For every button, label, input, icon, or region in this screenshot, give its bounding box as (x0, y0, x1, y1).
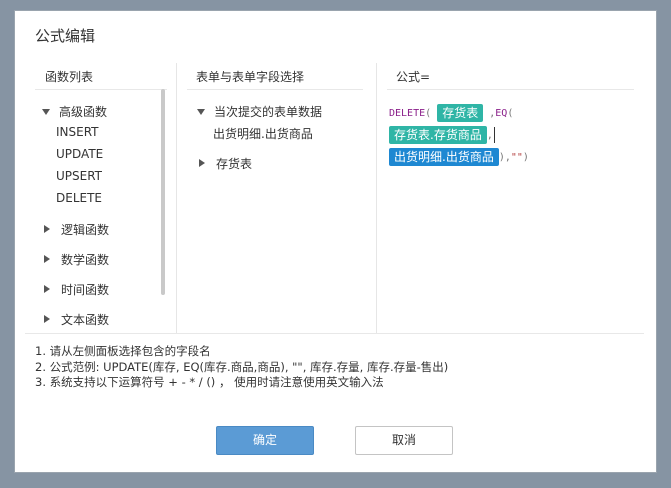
formula-line-2: 存货表.存货商品, (389, 125, 639, 147)
caret-down-icon (42, 109, 50, 115)
function-item-delete[interactable]: DELETE (56, 191, 102, 205)
caret-right-icon (44, 285, 50, 293)
text-cursor (493, 127, 495, 143)
tree-form-label: 存货表 (216, 157, 253, 171)
caret-right-icon (44, 315, 50, 323)
formula-punctuation: ) (522, 152, 529, 163)
tree-group-text[interactable]: 文本函数 (42, 311, 109, 328)
tree-group-label: 文本函数 (61, 313, 110, 327)
formula-function-delete: DELETE (389, 108, 426, 119)
tree-group-time[interactable]: 时间函数 (42, 281, 109, 298)
caret-right-icon (44, 225, 50, 233)
tree-group-math[interactable]: 数学函数 (42, 251, 109, 268)
tree-group-logic[interactable]: 逻辑函数 (42, 221, 109, 238)
formula-punctuation: , (486, 130, 493, 141)
tree-group-label: 高级函数 (59, 105, 108, 119)
formula-editor[interactable]: DELETE( 存货表 ,EQ( 存货表.存货商品, 出货明细.出货商品),""… (389, 103, 639, 169)
functions-header-divider (35, 89, 167, 90)
functions-scrollbar-thumb[interactable] (161, 89, 165, 295)
hint-line: 1. 请从左侧面板选择包含的字段名 (35, 344, 211, 358)
formula-chip-shipment-product[interactable]: 出货明细.出货商品 (389, 148, 499, 166)
fields-header-divider (187, 89, 363, 90)
function-item-update[interactable]: UPDATE (56, 147, 103, 161)
tree-form-current[interactable]: 当次提交的表单数据 (197, 103, 322, 120)
formula-header-divider (387, 89, 634, 90)
formula-line-3: 出货明细.出货商品),"") (389, 147, 639, 169)
tree-form-label: 当次提交的表单数据 (214, 105, 323, 119)
function-item-insert[interactable]: INSERT (56, 125, 99, 139)
hint-line: 3. 系统支持以下运算符号 + - * / () ， 使用时请注意使用英文输入法 (35, 375, 384, 389)
field-item-shipment-product[interactable]: 出货明细.出货商品 (213, 125, 313, 142)
formula-punctuation: ( (507, 108, 514, 119)
tree-form-inventory[interactable]: 存货表 (197, 155, 252, 172)
formula-line-1: DELETE( 存货表 ,EQ( (389, 103, 639, 125)
formula-punctuation: ( (425, 108, 432, 119)
usage-hints: 1. 请从左侧面板选择包含的字段名 2. 公式范例: UPDATE(库存, EQ… (35, 344, 448, 391)
tree-group-label: 逻辑函数 (61, 223, 110, 237)
formula-chip-inventory-product[interactable]: 存货表.存货商品 (389, 126, 487, 144)
confirm-button[interactable]: 确定 (216, 426, 314, 455)
dialog-title: 公式编辑 (35, 27, 96, 45)
formula-chip-inventory[interactable]: 存货表 (437, 104, 484, 122)
tree-group-label: 时间函数 (61, 283, 110, 297)
hint-line: 2. 公式范例: UPDATE(库存, EQ(库存.商品,商品), "", 库存… (35, 359, 449, 374)
formula-editor-dialog: 公式编辑 函数列表 表单与表单字段选择 公式= 高级函数 INSERT UPDA… (14, 10, 657, 473)
fields-pane-header: 表单与表单字段选择 (196, 70, 305, 84)
caret-right-icon (199, 159, 205, 167)
formula-pane-header: 公式= (396, 70, 431, 84)
tree-group-label: 数学函数 (61, 253, 110, 267)
formula-string-literal: "" (510, 152, 523, 163)
pane-divider-right (376, 63, 377, 333)
functions-pane-header: 函数列表 (45, 70, 94, 84)
pane-divider-left (176, 63, 177, 333)
formula-punctuation: ), (498, 152, 511, 163)
function-item-upsert[interactable]: UPSERT (56, 169, 102, 183)
caret-down-icon (197, 109, 205, 115)
caret-right-icon (44, 255, 50, 263)
hints-divider (25, 333, 644, 334)
tree-group-advanced[interactable]: 高级函数 (42, 103, 107, 120)
cancel-button[interactable]: 取消 (355, 426, 453, 455)
formula-function-eq: EQ (495, 108, 508, 119)
